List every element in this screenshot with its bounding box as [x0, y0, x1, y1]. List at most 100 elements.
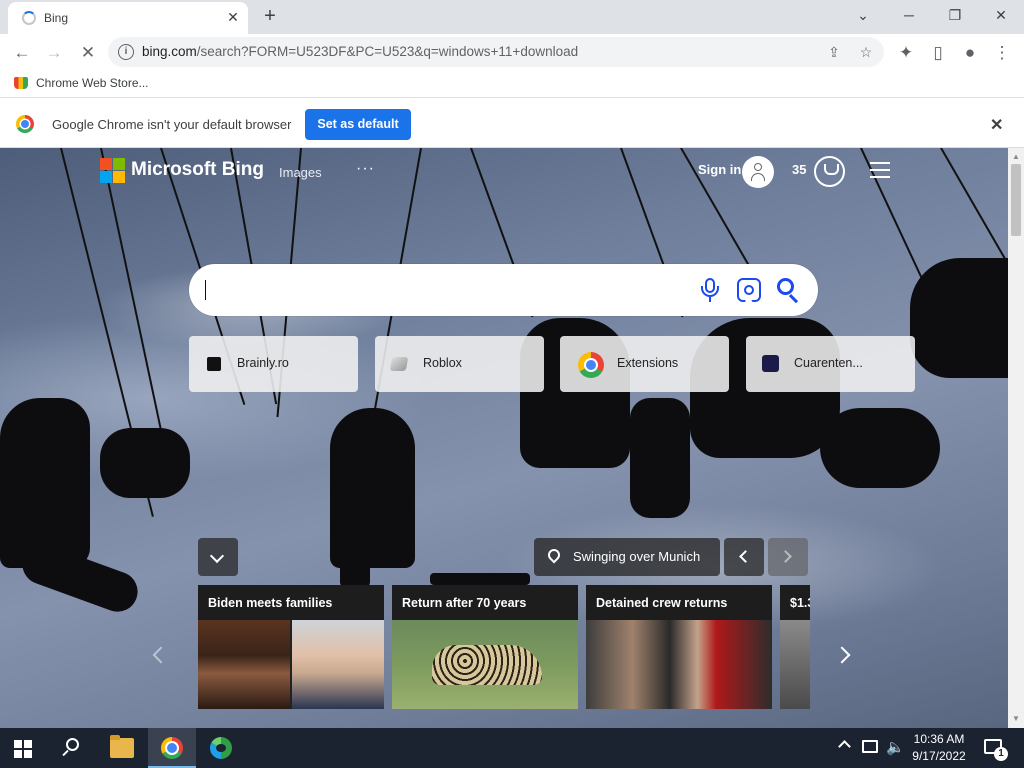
silhouette-rider [100, 428, 190, 498]
chrome-icon [578, 352, 604, 378]
tab-bing[interactable]: Bing ✕ [8, 2, 248, 34]
bing-homepage: Microsoft Bing Images ··· Sign in 35 Bra… [0, 148, 1008, 728]
taskbar-search-icon[interactable] [62, 738, 82, 758]
quick-link-label: Roblox [423, 356, 462, 370]
web-store-icon [14, 77, 28, 89]
file-explorer-icon[interactable] [110, 735, 134, 758]
tab-search-chevron-icon[interactable]: ⌄ [848, 4, 878, 26]
scroll-up-arrow-icon[interactable]: ▲ [1012, 152, 1020, 161]
news-card[interactable]: Return after 70 years [392, 585, 578, 709]
silhouette-rider [330, 408, 415, 568]
news-photo [198, 620, 290, 709]
tray-overflow-chevron-icon[interactable] [838, 740, 851, 753]
quick-link-label: Extensions [617, 356, 679, 370]
user-avatar-icon[interactable] [742, 156, 774, 188]
sign-in-link[interactable]: Sign in [698, 162, 741, 177]
title-bar: Bing ✕ + ⌄ ─ ❐ ✕ [0, 0, 1024, 34]
windows-taskbar: 🔈 10:36 AM 9/17/2022 1 [0, 728, 1024, 768]
tab-close-icon[interactable]: ✕ [224, 8, 242, 26]
hamburger-menu-icon[interactable] [870, 162, 890, 178]
network-icon[interactable] [862, 740, 878, 753]
news-card-caption: $1.3 [780, 585, 810, 620]
news-prev-arrow[interactable] [150, 645, 170, 669]
news-card-title: $1.3 [790, 596, 810, 610]
visual-search-icon[interactable] [737, 278, 761, 302]
side-panel-icon[interactable]: ▯ [925, 40, 951, 66]
nav-more-icon[interactable]: ··· [356, 160, 375, 178]
window-close-button[interactable]: ✕ [986, 4, 1016, 26]
taskbar-clock[interactable]: 10:36 AM 9/17/2022 [906, 731, 972, 765]
image-location-button[interactable]: Swinging over Munich [534, 538, 720, 576]
profile-avatar-icon[interactable]: ● [957, 40, 983, 66]
extensions-puzzle-icon[interactable]: ✦ [893, 40, 919, 66]
silhouette-rider [340, 548, 370, 588]
bookmark-chrome-web-store[interactable]: Chrome Web Store... [14, 76, 149, 90]
news-card-title: Biden meets families [208, 596, 333, 610]
address-url[interactable]: bing.com/search?FORM=U523DF&PC=U523&q=wi… [142, 44, 578, 59]
news-card[interactable]: $1.3 [780, 585, 810, 709]
url-path: /search?FORM=U523DF&PC=U523&q=windows+11… [196, 44, 579, 59]
news-card-caption: Biden meets families [198, 585, 384, 620]
brand-name: Microsoft Bing [131, 159, 264, 180]
infobar-message: Google Chrome isn't your default browser [52, 117, 292, 132]
default-browser-infobar: Google Chrome isn't your default browser… [0, 101, 1024, 148]
nav-images-link[interactable]: Images [279, 165, 322, 180]
news-card-title: Return after 70 years [402, 596, 527, 610]
minimize-button[interactable]: ─ [894, 4, 924, 26]
news-card[interactable]: Detained crew returns [586, 585, 772, 709]
roblox-icon [389, 357, 409, 371]
chrome-menu-kebab-icon[interactable]: ⋮ [989, 40, 1015, 66]
news-card-title: Detained crew returns [596, 596, 728, 610]
browser-toolbar: ← → ✕ i bing.com/search?FORM=U523DF&PC=U… [0, 34, 1024, 72]
windows-start-icon[interactable] [14, 740, 32, 758]
stop-loading-icon[interactable]: ✕ [75, 40, 101, 66]
cheetah-shape [432, 645, 542, 685]
set-as-default-button[interactable]: Set as default [305, 109, 411, 140]
page-scrollbar[interactable]: ▲ ▼ [1008, 148, 1024, 728]
quick-link-roblox[interactable]: Roblox [375, 336, 544, 392]
forward-arrow-icon[interactable]: → [41, 40, 67, 66]
share-icon[interactable]: ⇪ [824, 42, 844, 62]
microphone-icon[interactable] [701, 278, 719, 302]
search-icon[interactable] [777, 278, 801, 304]
chevron-right-icon [833, 646, 851, 664]
clock-time: 10:36 AM [913, 732, 965, 746]
url-host: bing.com [142, 44, 197, 59]
quick-link-extensions[interactable]: Extensions [560, 336, 729, 392]
quick-link-brainly[interactable]: Brainly.ro [189, 336, 358, 392]
bookmark-star-icon[interactable]: ☆ [856, 42, 876, 62]
tab-title: Bing [44, 11, 69, 25]
collapse-feed-button[interactable] [198, 538, 238, 576]
microsoft-logo-icon [100, 158, 125, 183]
site-info-icon[interactable]: i [118, 44, 134, 60]
silhouette-rider [910, 258, 1008, 378]
infobar-close-icon[interactable]: ✕ [990, 115, 1003, 135]
notification-count-badge: 1 [994, 747, 1008, 761]
news-photo [780, 620, 810, 709]
quick-link-label: Cuarenten... [794, 356, 863, 370]
next-image-button[interactable] [768, 538, 808, 576]
back-arrow-icon[interactable]: ← [9, 40, 35, 66]
news-card[interactable]: Biden meets families [198, 585, 384, 709]
scroll-down-arrow-icon[interactable]: ▼ [1012, 714, 1020, 723]
address-bar[interactable]: i bing.com/search?FORM=U523DF&PC=U523&q=… [108, 37, 884, 67]
quick-link-label: Brainly.ro [237, 356, 289, 370]
edge-icon[interactable] [210, 737, 232, 759]
news-card-caption: Detained crew returns [586, 585, 772, 620]
volume-icon[interactable]: 🔈 [886, 738, 905, 756]
new-tab-button[interactable]: + [258, 5, 282, 29]
chrome-logo-icon [16, 115, 34, 133]
previous-image-button[interactable] [724, 538, 764, 576]
rewards-trophy-icon[interactable] [814, 156, 845, 187]
silhouette-rider [630, 398, 690, 518]
clock-date: 9/17/2022 [912, 749, 966, 763]
site-favicon-icon [762, 355, 779, 372]
image-location-label: Swinging over Munich [573, 549, 701, 564]
quick-link-cuarentena[interactable]: Cuarenten... [746, 336, 915, 392]
search-input[interactable] [189, 264, 818, 316]
news-next-arrow[interactable] [833, 645, 852, 669]
taskbar-chrome-button[interactable] [148, 728, 196, 768]
rewards-points[interactable]: 35 [792, 162, 806, 177]
restore-button[interactable]: ❐ [940, 4, 970, 26]
scrollbar-thumb[interactable] [1011, 164, 1021, 236]
